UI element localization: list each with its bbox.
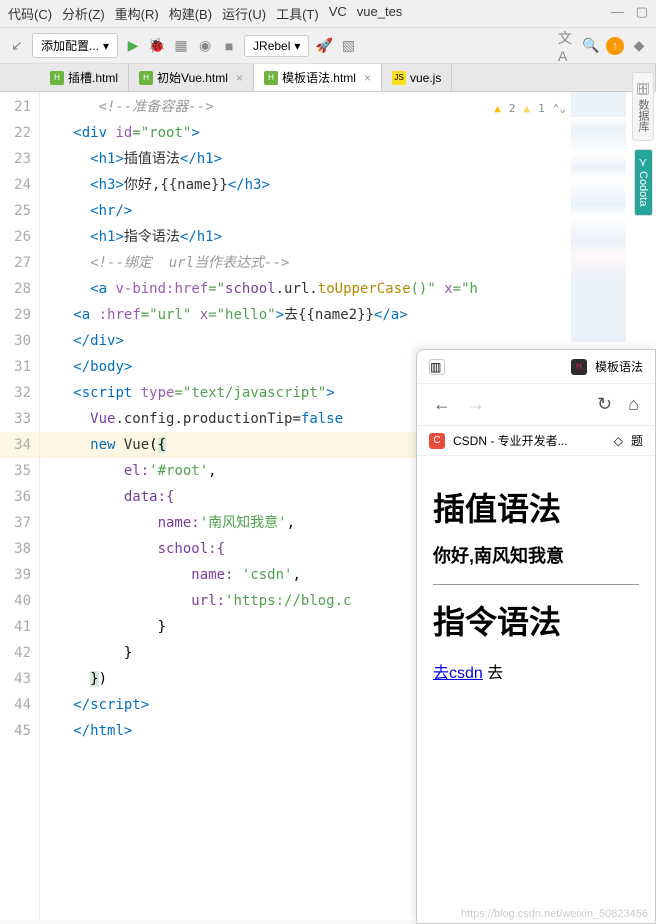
stop-icon[interactable]: ■ bbox=[220, 37, 238, 55]
bookmark-csdn[interactable]: CSDN - 专业开发者... bbox=[453, 432, 568, 449]
greeting-text: 你好,南风知我意 bbox=[433, 542, 639, 568]
menu-build[interactable]: 构建(B) bbox=[169, 4, 212, 23]
bookmarks-bar: C CSDN - 专业开发者... ◇ 题 bbox=[417, 426, 655, 456]
bookmark-other-icon[interactable]: ◇ bbox=[614, 434, 623, 448]
chevron-down-icon: ▾ bbox=[294, 39, 300, 53]
browser-titlebar: ▥ H 模板语法 bbox=[417, 350, 655, 384]
chevron-down-icon: ▾ bbox=[103, 39, 109, 53]
browser-preview: ▥ H 模板语法 ← → ↻ ⌂ C CSDN - 专业开发者... ◇ 题 插… bbox=[416, 349, 656, 924]
rocket-icon[interactable]: 🚀 bbox=[315, 37, 333, 55]
browser-tab-title: 模板语法 bbox=[595, 358, 643, 375]
run-icon[interactable]: ▶ bbox=[124, 37, 142, 55]
back-icon[interactable]: ← bbox=[433, 394, 451, 415]
minimize-icon[interactable]: — bbox=[611, 4, 624, 23]
database-tool[interactable]: 🗄数据库 bbox=[632, 72, 654, 141]
profile-icon[interactable]: ◉ bbox=[196, 37, 214, 55]
tab-slot[interactable]: H插槽.html bbox=[40, 64, 129, 91]
browser-nav: ← → ↻ ⌂ bbox=[417, 384, 655, 426]
heading-interpolation: 插值语法 bbox=[433, 484, 639, 530]
tab-vuejs[interactable]: JSvue.js bbox=[382, 64, 452, 91]
link-csdn[interactable]: 去csdn bbox=[433, 665, 483, 682]
js-icon: JS bbox=[392, 71, 406, 85]
home-icon[interactable]: ⌂ bbox=[628, 394, 639, 415]
html-icon: H bbox=[50, 71, 64, 85]
menu-run[interactable]: 运行(U) bbox=[222, 4, 266, 23]
line-gutter: 2122232425262728293031323334353637383940… bbox=[0, 92, 40, 920]
toolbar: ↙ 添加配置... ▾ ▶ 🐞 ▦ ◉ ■ JRebel ▾ 🚀 ▧ 文A 🔍 … bbox=[0, 28, 656, 64]
sidebar-toggle-icon[interactable]: ▥ bbox=[429, 359, 445, 375]
coverage-icon[interactable]: ▦ bbox=[172, 37, 190, 55]
html-icon: H bbox=[139, 71, 153, 85]
inspection-badges[interactable]: ▲2 ▲1 ⌃⌄ bbox=[494, 96, 566, 122]
chevron-icon: ⌃⌄ bbox=[553, 96, 566, 122]
html-icon: H bbox=[264, 71, 278, 85]
box-icon[interactable]: ▧ bbox=[339, 37, 357, 55]
maximize-icon[interactable]: ▢ bbox=[636, 4, 648, 23]
jrebel-dropdown[interactable]: JRebel ▾ bbox=[244, 35, 309, 57]
editor-tabs: H插槽.html H初始Vue.html× H模板语法.html× JSvue.… bbox=[0, 64, 656, 92]
text-after-link: 去 bbox=[483, 665, 503, 682]
close-icon[interactable]: × bbox=[236, 71, 243, 85]
tab-initvue[interactable]: H初始Vue.html× bbox=[129, 64, 254, 91]
csdn-icon: C bbox=[429, 433, 445, 449]
menu-refactor[interactable]: 重构(R) bbox=[115, 4, 159, 23]
browser-content: 插值语法 你好,南风知我意 指令语法 去csdn 去 bbox=[417, 456, 655, 923]
menu-analyze[interactable]: 分析(Z) bbox=[62, 4, 105, 23]
terminal-icon: ≻ bbox=[637, 158, 650, 167]
minimap[interactable] bbox=[571, 92, 626, 342]
translate-icon[interactable]: 文A bbox=[558, 37, 576, 55]
heading-directive: 指令语法 bbox=[433, 597, 639, 643]
divider bbox=[433, 584, 639, 585]
right-sidebar: 🗄数据库 ≻Codota bbox=[630, 68, 656, 216]
database-icon: 🗄 bbox=[637, 81, 650, 95]
forward-icon[interactable]: → bbox=[467, 394, 485, 415]
run-config-dropdown[interactable]: 添加配置... ▾ bbox=[32, 33, 118, 58]
logo-icon: ◆ bbox=[630, 37, 648, 55]
back-icon[interactable]: ↙ bbox=[8, 37, 26, 55]
window-title: vue_tes bbox=[357, 4, 403, 23]
menu-code[interactable]: 代码(C) bbox=[8, 4, 52, 23]
tab-template[interactable]: H模板语法.html× bbox=[254, 64, 382, 91]
search-icon[interactable]: 🔍 bbox=[582, 37, 600, 55]
reload-icon[interactable]: ↻ bbox=[597, 394, 612, 415]
watermark: https://blog.csdn.net/weixin_50823456 bbox=[461, 908, 648, 920]
debug-icon[interactable]: 🐞 bbox=[148, 37, 166, 55]
update-icon[interactable]: ↑ bbox=[606, 37, 624, 55]
menu-bar: 代码(C) 分析(Z) 重构(R) 构建(B) 运行(U) 工具(T) VC v… bbox=[0, 0, 656, 28]
weak-warning-icon: ▲ bbox=[524, 96, 531, 122]
menu-tools[interactable]: 工具(T) bbox=[276, 4, 319, 23]
codota-tool[interactable]: ≻Codota bbox=[634, 149, 653, 216]
menu-vcs[interactable]: VC bbox=[329, 4, 347, 23]
warning-icon: ▲ bbox=[494, 96, 501, 122]
close-icon[interactable]: × bbox=[364, 71, 371, 85]
favicon: H bbox=[571, 359, 587, 375]
